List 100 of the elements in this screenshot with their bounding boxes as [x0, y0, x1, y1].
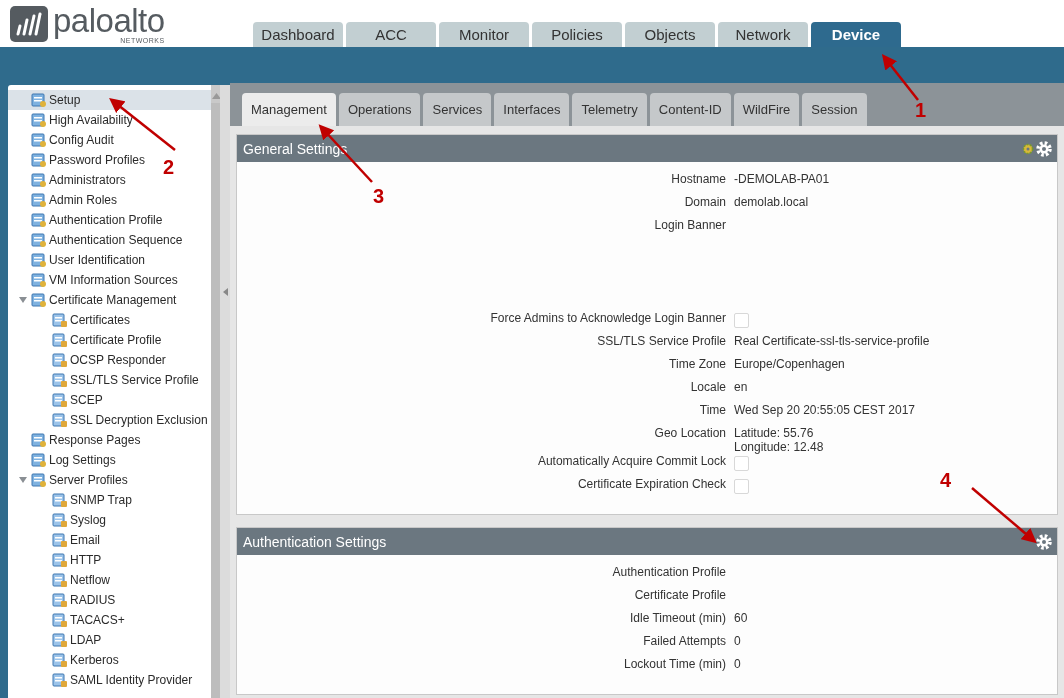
sidebar-item[interactable]: Administrators [8, 170, 129, 190]
field-value: demolab.local [734, 195, 809, 209]
sidebar-item[interactable]: Authentication Sequence [8, 230, 186, 250]
sidebar-item[interactable]: TACACS+ [8, 610, 128, 630]
sidebar-item[interactable]: Certificate Management [8, 290, 180, 310]
sidebar-item[interactable]: HTTP [8, 550, 105, 570]
sidebar-item[interactable]: Log Settings [8, 450, 119, 470]
checkbox[interactable] [734, 313, 749, 328]
item-icon [52, 672, 68, 688]
sidebar-item[interactable]: Server Profiles [8, 470, 131, 490]
nav-tab[interactable]: Monitor [439, 22, 529, 47]
field-label: Force Admins to Acknowledge Login Banner [490, 311, 726, 325]
annotation-arrow [881, 54, 919, 101]
nav-tab[interactable]: Network [718, 22, 808, 47]
brand-name: paloalto [53, 4, 165, 37]
item-icon [52, 632, 68, 648]
field-value: en [734, 380, 748, 394]
annotation-number: 1 [915, 100, 927, 120]
field-label: Login Banner [654, 218, 726, 232]
sidebar-item[interactable]: SSL/TLS Service Profile [8, 370, 202, 390]
sidebar-item[interactable]: RADIUS [8, 590, 119, 610]
item-icon [31, 292, 47, 308]
annotation-arrow [971, 487, 1037, 544]
sidebar-item[interactable]: VM Information Sources [8, 270, 181, 290]
item-icon [52, 512, 68, 528]
field-label: Domain [684, 195, 726, 209]
item-icon [52, 352, 68, 368]
item-icon [31, 432, 47, 448]
item-icon [31, 472, 47, 488]
field-value: Wed Sep 20 20:55:05 CEST 2017 [734, 403, 916, 417]
sidebar-item[interactable]: SAML Identity Provider [8, 670, 196, 690]
sidebar-item[interactable]: Syslog [8, 510, 110, 530]
item-icon [31, 112, 47, 128]
sidebar-item[interactable]: OCSP Responder [8, 350, 169, 370]
item-icon [31, 152, 47, 168]
item-icon [52, 312, 68, 328]
annotation-number: 2 [163, 157, 175, 177]
checkbox[interactable] [734, 479, 749, 494]
nav-tab[interactable]: Objects [625, 22, 715, 47]
tab[interactable]: Operations [338, 93, 421, 126]
tab[interactable]: Interfaces [494, 93, 570, 126]
tab[interactable]: Services [423, 93, 492, 126]
field-value: 0 [734, 634, 741, 648]
gears-icon[interactable] [1022, 142, 1034, 155]
item-icon [31, 272, 47, 288]
sidebar-item[interactable]: Authentication Profile [8, 210, 166, 230]
field-value: Europe/Copenhagen [734, 357, 845, 371]
item-icon [31, 172, 47, 188]
sidebar-item[interactable]: Email [8, 530, 103, 550]
sidebar-item[interactable]: SNMP Trap [8, 490, 135, 510]
collapse-handle[interactable] [220, 85, 230, 698]
field-label: Automatically Acquire Commit Lock [537, 454, 726, 468]
item-icon [52, 652, 68, 668]
sidebar-item[interactable]: Netflow [8, 570, 113, 590]
sidebar-item[interactable]: SSL Decryption Exclusion [8, 410, 211, 430]
item-icon [52, 592, 68, 608]
sidebar-item[interactable]: Certificate Profile [8, 330, 165, 350]
nav-tab[interactable]: Policies [532, 22, 622, 47]
scroll-up-icon[interactable] [211, 93, 221, 99]
annotation-number: 3 [373, 186, 385, 206]
settings-icon[interactable] [1035, 139, 1053, 158]
sidebar-item[interactable]: SCEP [8, 390, 106, 410]
field-value: Latitude: 55.76 [734, 426, 815, 440]
nav-tab[interactable]: Dashboard [253, 22, 343, 47]
field-label: Certificate Expiration Check [577, 477, 726, 491]
nav-tab[interactable]: ACC [346, 22, 436, 47]
expand-triangle-icon[interactable] [18, 295, 28, 305]
sidebar-item[interactable]: User Identification [8, 250, 149, 270]
item-icon [52, 552, 68, 568]
logo-icon [10, 6, 48, 42]
checkbox[interactable] [734, 456, 749, 471]
nav-tab[interactable]: Device [811, 22, 901, 47]
item-icon [31, 92, 47, 108]
scrollbar[interactable] [210, 85, 222, 698]
tab[interactable]: Telemetry [572, 93, 647, 126]
expand-triangle-icon[interactable] [18, 475, 28, 485]
item-icon [52, 372, 68, 388]
sidebar-item[interactable]: Admin Roles [8, 190, 121, 210]
field-value: -DEMOLAB-PA01 [734, 172, 830, 186]
tab[interactable]: Content-ID [649, 93, 731, 126]
sidebar-item[interactable]: High Availability [8, 110, 136, 130]
sidebar-item[interactable]: Config Audit [8, 130, 117, 150]
sidebar-item[interactable]: Password Profiles [8, 150, 149, 170]
item-icon [31, 232, 47, 248]
item-icon [52, 532, 68, 548]
settings-icon[interactable] [1035, 532, 1053, 551]
sidebar-item[interactable]: Setup [8, 90, 211, 110]
field-label: Time Zone [669, 357, 726, 371]
tab[interactable]: Session [802, 93, 867, 126]
sidebar-item[interactable]: Response Pages [8, 430, 144, 450]
sidebar-item[interactable]: Kerberos [8, 650, 122, 670]
item-icon [52, 492, 68, 508]
item-icon [31, 452, 47, 468]
tab[interactable]: Management [242, 93, 336, 126]
item-icon [52, 392, 68, 408]
sidebar-item[interactable]: LDAP [8, 630, 105, 650]
item-icon [31, 192, 47, 208]
field-label: Certificate Profile [634, 588, 726, 602]
sidebar-item[interactable]: Certificates [8, 310, 134, 330]
tab[interactable]: WildFire [733, 93, 800, 126]
